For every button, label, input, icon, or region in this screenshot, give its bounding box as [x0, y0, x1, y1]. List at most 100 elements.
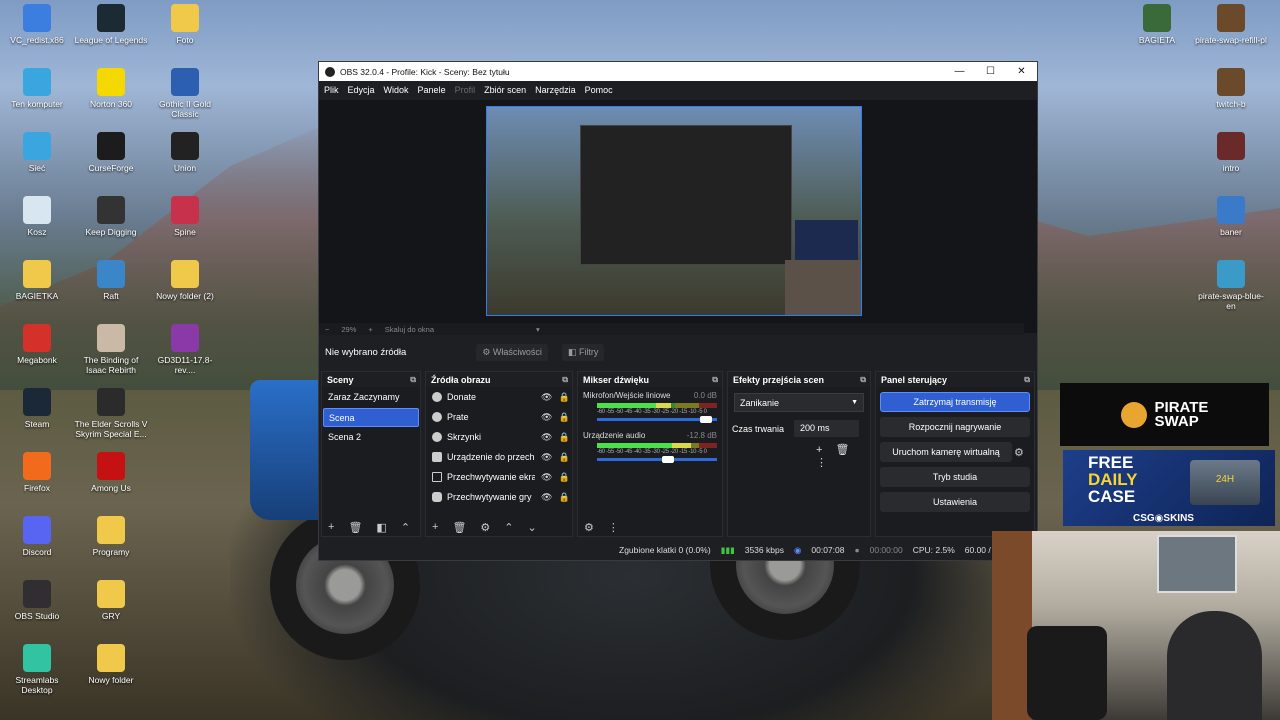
preview-area[interactable]	[319, 100, 1037, 333]
desktop-icon[interactable]: Foto	[148, 4, 222, 45]
desktop-icon[interactable]: Steam	[0, 388, 74, 429]
desktop-icon[interactable]: OBS Studio	[0, 580, 74, 621]
add-transition-icon[interactable]: +	[816, 444, 822, 456]
visibility-eye-icon[interactable]: 👁	[541, 432, 552, 443]
move-down-icon[interactable]: ⌄	[528, 521, 537, 534]
volume-slider[interactable]	[597, 416, 717, 423]
desktop-icon[interactable]: Norton 360	[74, 68, 148, 109]
desktop-icon[interactable]: CurseForge	[74, 132, 148, 173]
menu-widok[interactable]: Widok	[384, 85, 409, 95]
visibility-eye-icon[interactable]: 👁	[541, 392, 552, 403]
close-button[interactable]: ✕	[1006, 66, 1037, 77]
desktop-icon[interactable]: BAGIETKA	[0, 260, 74, 301]
popout-icon[interactable]: ⧉	[860, 375, 866, 385]
desktop-icon[interactable]: pirate-swap-refill-pl	[1194, 4, 1268, 45]
desktop-icon[interactable]: Spine	[148, 196, 222, 237]
studio-mode-button[interactable]: Tryb studia	[880, 467, 1030, 487]
desktop-icon[interactable]: Gothic II Gold Classic	[148, 68, 222, 119]
move-up-icon[interactable]: ⌃	[401, 521, 410, 534]
minimize-button[interactable]: —	[944, 66, 975, 77]
scene-item[interactable]: Zaraz Zaczynamy	[323, 388, 419, 407]
desktop-icon[interactable]: The Binding of Isaac Rebirth	[74, 324, 148, 375]
duration-input[interactable]: 200 ms	[794, 420, 860, 437]
source-item[interactable]: Donate 👁 🔒	[426, 387, 572, 407]
volume-slider-knob[interactable]	[699, 416, 712, 423]
visibility-eye-icon[interactable]: 👁	[541, 472, 552, 483]
more-icon[interactable]: ⋮	[608, 521, 619, 534]
menu-pomoc[interactable]: Pomoc	[585, 85, 613, 95]
start-recording-button[interactable]: Rozpocznij nagrywanie	[880, 417, 1030, 437]
lock-icon[interactable]: 🔒	[558, 452, 569, 463]
add-source-icon[interactable]: +	[432, 521, 438, 533]
source-item[interactable]: Urządzenie do przech 👁 🔒	[426, 447, 572, 467]
popout-icon[interactable]: ⧉	[410, 375, 416, 385]
popout-icon[interactable]: ⧉	[1024, 375, 1030, 385]
visibility-eye-icon[interactable]: 👁	[541, 492, 552, 503]
desktop-icon[interactable]: Firefox	[0, 452, 74, 493]
scene-item-selected[interactable]: Scena	[323, 408, 419, 427]
filters-button[interactable]: ◧ Filtry	[561, 343, 605, 361]
zoom-out-button[interactable]: −	[325, 325, 329, 334]
source-item[interactable]: Skrzynki 👁 🔒	[426, 427, 572, 447]
lock-icon[interactable]: 🔒	[558, 492, 569, 503]
maximize-button[interactable]: ☐	[975, 66, 1006, 77]
desktop-icon[interactable]: BAGIETA	[1120, 4, 1194, 45]
desktop-icon[interactable]: Nowy folder (2)	[148, 260, 222, 301]
desktop-icon[interactable]: Sieć	[0, 132, 74, 173]
source-item[interactable]: Przechwytywanie gry 👁 🔒	[426, 487, 572, 507]
popout-icon[interactable]: ⧉	[562, 375, 568, 385]
volume-slider[interactable]	[597, 456, 717, 463]
virtual-camera-button[interactable]: Uruchom kamerę wirtualną	[880, 442, 1012, 462]
preview-canvas[interactable]	[486, 106, 862, 316]
desktop-icon[interactable]: Megabonk	[0, 324, 74, 365]
transition-select[interactable]: Zanikanie ▼	[734, 393, 864, 412]
visibility-eye-icon[interactable]: 👁	[541, 452, 552, 463]
scene-item[interactable]: Scena 2	[323, 428, 419, 447]
desktop-icon[interactable]: Discord	[0, 516, 74, 557]
desktop-icon[interactable]: Nowy folder	[74, 644, 148, 685]
volume-slider-knob[interactable]	[661, 456, 674, 463]
stop-streaming-button[interactable]: Zatrzymaj transmisję	[880, 392, 1030, 412]
gear-icon[interactable]: ⚙	[1014, 446, 1028, 459]
source-properties-icon[interactable]: ⚙	[480, 521, 490, 534]
zoom-in-button[interactable]: +	[368, 325, 372, 334]
desktop-icon[interactable]: twitch-b	[1194, 68, 1268, 109]
menu-plik[interactable]: Plik	[324, 85, 339, 95]
desktop-icon[interactable]: League of Legends	[74, 4, 148, 45]
source-item[interactable]: Prate 👁 🔒	[426, 407, 572, 427]
menu-zbior-scen[interactable]: Zbiór scen	[484, 85, 526, 95]
scene-filters-icon[interactable]: ◧	[376, 521, 386, 534]
remove-transition-icon[interactable]: 🗑	[836, 444, 850, 456]
add-scene-icon[interactable]: +	[328, 521, 334, 533]
desktop-icon[interactable]: GD3D11-17.8-rev....	[148, 324, 222, 375]
desktop-icon[interactable]: GRY	[74, 580, 148, 621]
desktop-icon[interactable]: Streamlabs Desktop	[0, 644, 74, 695]
visibility-eye-icon[interactable]: 👁	[541, 412, 552, 423]
desktop-icon[interactable]: VC_redist.x86	[0, 4, 74, 45]
desktop-icon[interactable]: baner	[1194, 196, 1268, 237]
menu-narzedzia[interactable]: Narzędzia	[535, 85, 576, 95]
remove-source-icon[interactable]: 🗑	[452, 521, 466, 534]
lock-icon[interactable]: 🔒	[558, 392, 569, 403]
menu-panele[interactable]: Panele	[418, 85, 446, 95]
lock-icon[interactable]: 🔒	[558, 432, 569, 443]
menu-edycja[interactable]: Edycja	[348, 85, 375, 95]
desktop-icon[interactable]: Union	[148, 132, 222, 173]
desktop-icon[interactable]: Among Us	[74, 452, 148, 493]
settings-button[interactable]: Ustawienia	[880, 492, 1030, 512]
desktop-icon[interactable]: Raft	[74, 260, 148, 301]
mixer-settings-icon[interactable]: ⚙	[584, 521, 594, 534]
zoom-dropdown-icon[interactable]: ▾	[536, 325, 540, 334]
lock-icon[interactable]: 🔒	[558, 412, 569, 423]
menu-profil[interactable]: Profil	[455, 85, 476, 95]
remove-scene-icon[interactable]: 🗑	[348, 521, 362, 534]
desktop-icon[interactable]: Ten komputer	[0, 68, 74, 109]
desktop-icon[interactable]: Programy	[74, 516, 148, 557]
popout-icon[interactable]: ⧉	[712, 375, 718, 385]
desktop-icon[interactable]: Kosz	[0, 196, 74, 237]
desktop-icon[interactable]: Keep Digging	[74, 196, 148, 237]
source-item[interactable]: Przechwytywanie ekra 👁 🔒	[426, 467, 572, 487]
desktop-icon[interactable]: The Elder Scrolls V Skyrim Special E...	[74, 388, 148, 439]
properties-button[interactable]: ⚙ Właściwości	[476, 343, 548, 361]
move-up-icon[interactable]: ⌃	[504, 521, 513, 534]
